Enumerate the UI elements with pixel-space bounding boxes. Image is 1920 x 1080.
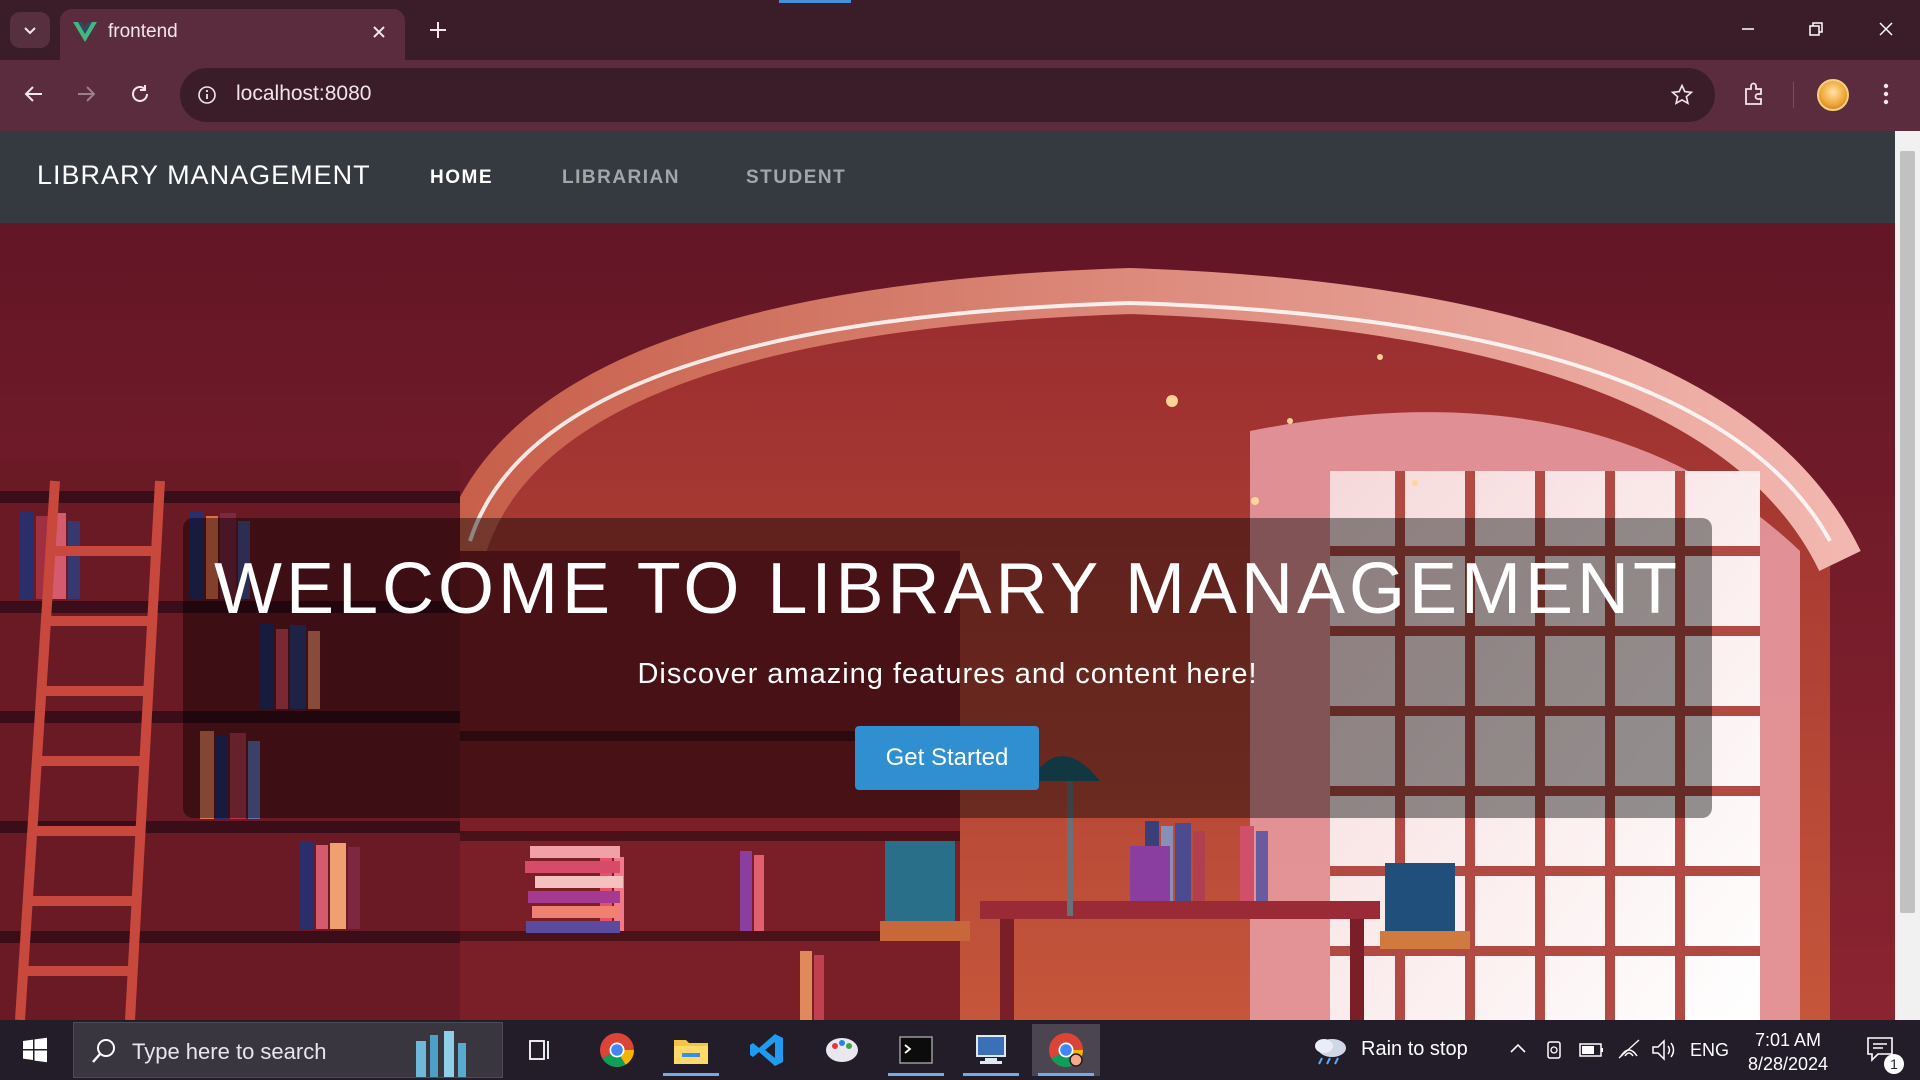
page-scrollbar[interactable] (1895, 131, 1920, 1020)
chevron-up-icon[interactable] (1509, 1040, 1527, 1058)
chrome-icon (600, 1033, 634, 1067)
info-icon (198, 86, 216, 104)
taskbar-search-box[interactable]: Type here to search (73, 1022, 503, 1078)
meet-now-icon[interactable] (1544, 1038, 1566, 1062)
restore-button[interactable] (1782, 0, 1850, 58)
windows-logo-icon (23, 1037, 47, 1063)
vscode-icon (750, 1034, 783, 1066)
url-text[interactable]: localhost:8080 (236, 82, 371, 106)
battery-icon[interactable] (1579, 1040, 1605, 1060)
scrollbar-thumb[interactable] (1900, 151, 1915, 913)
file-explorer-icon (674, 1040, 708, 1064)
clock-time: 7:01 AM (1754, 1030, 1822, 1050)
weather-text[interactable]: Rain to stop (1361, 1038, 1468, 1061)
notification-count-badge: 1 (1884, 1054, 1904, 1074)
tab-close-button[interactable] (367, 20, 391, 44)
terminal-icon (899, 1036, 933, 1064)
puzzle-icon (1745, 82, 1762, 105)
clock-date: 8/28/2024 (1747, 1054, 1829, 1074)
chrome-active-icon (1049, 1033, 1083, 1067)
forward-button[interactable] (66, 74, 106, 114)
task-view-button[interactable] (506, 1024, 574, 1076)
city-skyline-icon (416, 1031, 466, 1077)
vue-logo-icon (73, 22, 97, 42)
bookmark-button[interactable] (1667, 80, 1697, 110)
task-view-icon (527, 1037, 553, 1063)
taskbar-vscode[interactable] (733, 1024, 801, 1076)
language-indicator[interactable]: ENG (1690, 1040, 1729, 1061)
plus-icon (430, 22, 446, 38)
chevron-down-icon (24, 27, 36, 35)
site-info-button[interactable] (192, 80, 222, 110)
taskbar-file-explorer[interactable] (657, 1024, 725, 1076)
minimize-button[interactable] (1714, 0, 1782, 58)
arrow-left-icon (24, 86, 42, 102)
get-started-button[interactable]: Get Started (855, 726, 1039, 790)
tab-title: frontend (108, 21, 178, 42)
address-bar[interactable]: localhost:8080 (180, 68, 1715, 122)
taskbar-network-app[interactable] (957, 1024, 1025, 1076)
hero-subtitle: Discover amazing features and content he… (637, 658, 1258, 690)
window-close-button[interactable] (1852, 0, 1920, 58)
toolbar-separator (1793, 82, 1794, 108)
navbar-brand[interactable]: LIBRARY MANAGEMENT (37, 160, 371, 191)
restore-icon (1809, 22, 1823, 36)
taskbar-chrome-active[interactable] (1032, 1024, 1100, 1076)
notification-center-button[interactable]: 1 (1856, 1028, 1910, 1074)
hero-panel: WELCOME TO LIBRARY MANAGEMENT Discover a… (183, 518, 1712, 818)
weather-rain-icon[interactable] (1310, 1034, 1350, 1066)
reload-icon (132, 85, 148, 102)
kebab-menu-icon (1883, 83, 1889, 105)
volume-icon[interactable] (1651, 1038, 1677, 1062)
site-navbar: LIBRARY MANAGEMENT HOME LIBRARIAN STUDEN… (0, 131, 1895, 223)
profile-avatar[interactable] (1817, 79, 1849, 111)
minimize-icon (1742, 28, 1754, 30)
search-icon (92, 1039, 115, 1063)
browser-menu-button[interactable] (1868, 76, 1904, 112)
page-viewport: LIBRARY MANAGEMENT HOME LIBRARIAN STUDEN… (0, 131, 1920, 1020)
taskbar-paint[interactable] (808, 1024, 876, 1076)
close-icon (373, 26, 385, 38)
network-app-icon (976, 1035, 1006, 1064)
nav-link-student[interactable]: STUDENT (746, 167, 846, 189)
start-button[interactable] (10, 1030, 60, 1070)
search-placeholder: Type here to search (132, 1039, 327, 1064)
windows-taskbar: Type here to search Rain to stop ENG 7:0… (0, 1020, 1920, 1080)
browser-toolbar: localhost:8080 (0, 60, 1920, 131)
browser-tabstrip: frontend (0, 0, 1920, 60)
hero-title: WELCOME TO LIBRARY MANAGEMENT (214, 549, 1681, 629)
taskbar-terminal[interactable] (882, 1024, 950, 1076)
nav-link-librarian[interactable]: LIBRARIAN (562, 167, 680, 189)
taskbar-clock[interactable]: 7:01 AM 8/28/2024 (1728, 1028, 1848, 1076)
reload-button[interactable] (120, 74, 160, 114)
taskbar-chrome[interactable] (583, 1024, 651, 1076)
star-icon (1670, 83, 1694, 105)
wifi-icon[interactable] (1617, 1038, 1641, 1060)
close-icon (1879, 22, 1893, 36)
browser-tab-frontend[interactable]: frontend (60, 9, 405, 60)
nav-link-home[interactable]: HOME (430, 167, 493, 189)
tab-loading-indicator (779, 0, 851, 3)
tab-search-dropdown[interactable] (10, 12, 50, 48)
arrow-right-icon (78, 86, 96, 102)
back-button[interactable] (14, 74, 54, 114)
extensions-button[interactable] (1736, 76, 1772, 112)
new-tab-button[interactable] (420, 12, 456, 48)
paint-icon (826, 1038, 858, 1062)
